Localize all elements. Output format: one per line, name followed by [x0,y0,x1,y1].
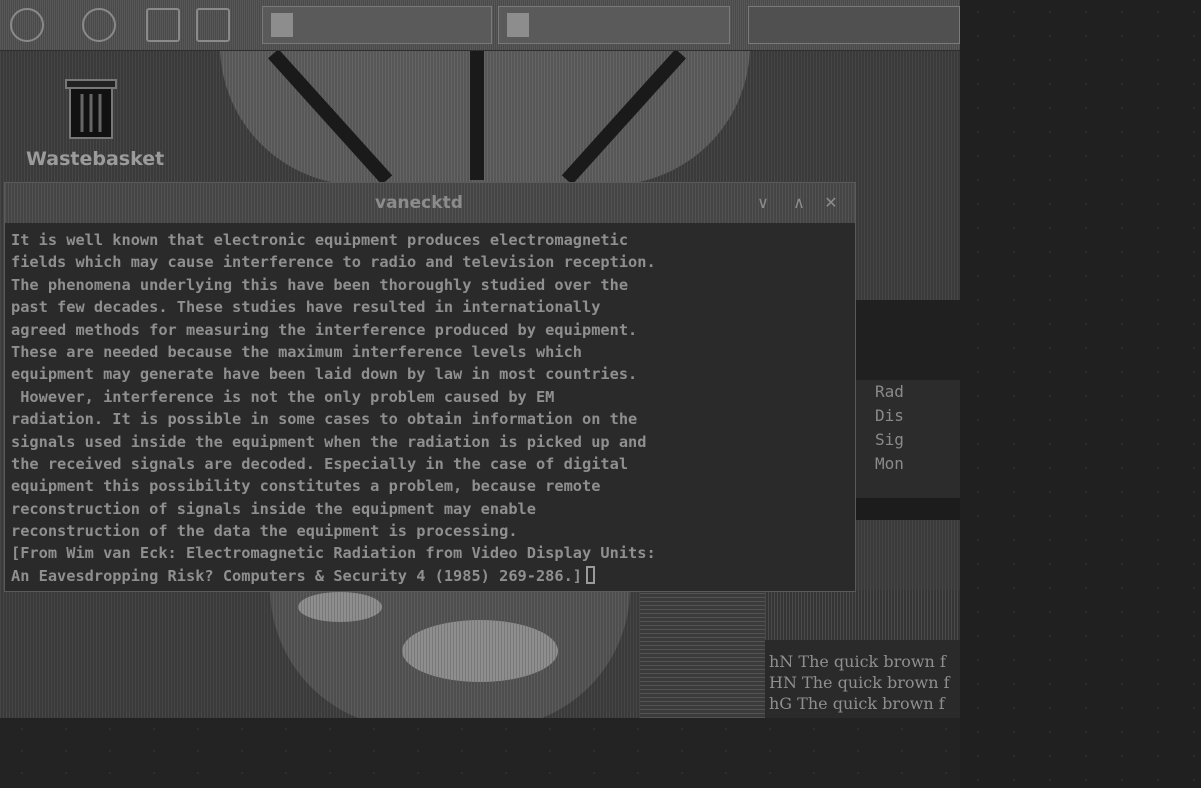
wallpaper-spot [402,620,558,682]
terminal-line: reconstruction of the data the equipment… [11,522,518,541]
tray-area [748,6,960,44]
background-window-row: Dis [875,406,904,425]
app-icon [271,13,293,37]
document-icon[interactable] [146,8,180,42]
terminal-line: It is well known that electronic equipme… [11,231,629,249]
wastebasket-label: Wastebasket [26,148,165,170]
background-terminal-line: hN The quick brown f [769,652,946,671]
terminal-line: However, interference is not the only pr… [11,387,555,406]
terminal-line: signals used inside the equipment when t… [11,432,647,451]
terminal-line: the received signals are decoded. Especi… [11,454,629,473]
background-window-fragment [640,590,765,718]
desktop: Wastebasket Rad Dis Sig Mon hN The quick… [0,0,960,718]
terminal-line: equipment this possibility constitutes a… [11,477,601,496]
terminal-text-area[interactable]: It is well known that electronic equipme… [11,229,851,587]
signal-noise-area [0,718,960,788]
terminal-icon [507,13,529,37]
minimize-button[interactable]: ∨ [753,193,773,213]
tempest-capture-screen: Wastebasket Rad Dis Sig Mon hN The quick… [0,0,1201,788]
terminal-window[interactable]: vanecktd ∨ ∧ ✕ It is well known that ele… [4,182,856,592]
background-window-row: Sig [875,430,904,449]
text-cursor [586,565,595,584]
background-terminal-toolbar [765,590,960,640]
taskbar-button[interactable] [262,6,492,44]
terminal-titlebar[interactable]: vanecktd ∨ ∧ ✕ [5,183,855,223]
background-terminal[interactable]: hN The quick brown f HN The quick brown … [765,590,960,718]
background-window-footer [855,498,960,520]
top-panel [0,0,960,51]
settings-icon[interactable] [82,8,116,42]
background-window-row: Rad [875,382,904,401]
close-button[interactable]: ✕ [821,193,841,213]
terminal-line: reconstruction of signals inside the equ… [11,499,536,518]
terminal-line: agreed methods for measuring the interfe… [11,320,638,339]
spanner-icon[interactable] [196,8,230,42]
background-window-header [855,300,960,380]
background-window-row: Mon [875,454,904,473]
terminal-line: [From Wim van Eck: Electromagnetic Radia… [11,544,656,563]
terminal-line-text: An Eavesdropping Risk? Computers & Secur… [11,566,582,585]
background-window[interactable]: Rad Dis Sig Mon [855,300,960,520]
terminal-line-last: An Eavesdropping Risk? Computers & Secur… [11,565,851,587]
background-terminal-line: hG The quick brown f [769,694,945,713]
terminal-line: These are needed because the maximum int… [11,342,582,361]
maximize-button[interactable]: ∧ [789,193,809,213]
wallpaper-antenna-center [470,50,484,180]
terminal-line: The phenomena underlying this have been … [11,275,629,294]
taskbar-button[interactable] [498,6,730,44]
background-terminal-line: HN The quick brown f [769,673,950,692]
terminal-line: equipment may generate have been laid do… [11,365,638,384]
terminal-line: radiation. It is possible in some cases … [11,410,638,429]
gear-icon[interactable] [10,8,44,42]
trash-can-icon [65,79,117,139]
wastebasket-desktop-icon[interactable]: Wastebasket [24,72,174,182]
terminal-line: fields which may cause interference to r… [11,253,656,272]
signal-noise-area [960,0,1201,788]
terminal-line: past few decades. These studies have res… [11,298,601,317]
wallpaper-spot [298,592,382,622]
window-title: vanecktd [375,193,463,213]
